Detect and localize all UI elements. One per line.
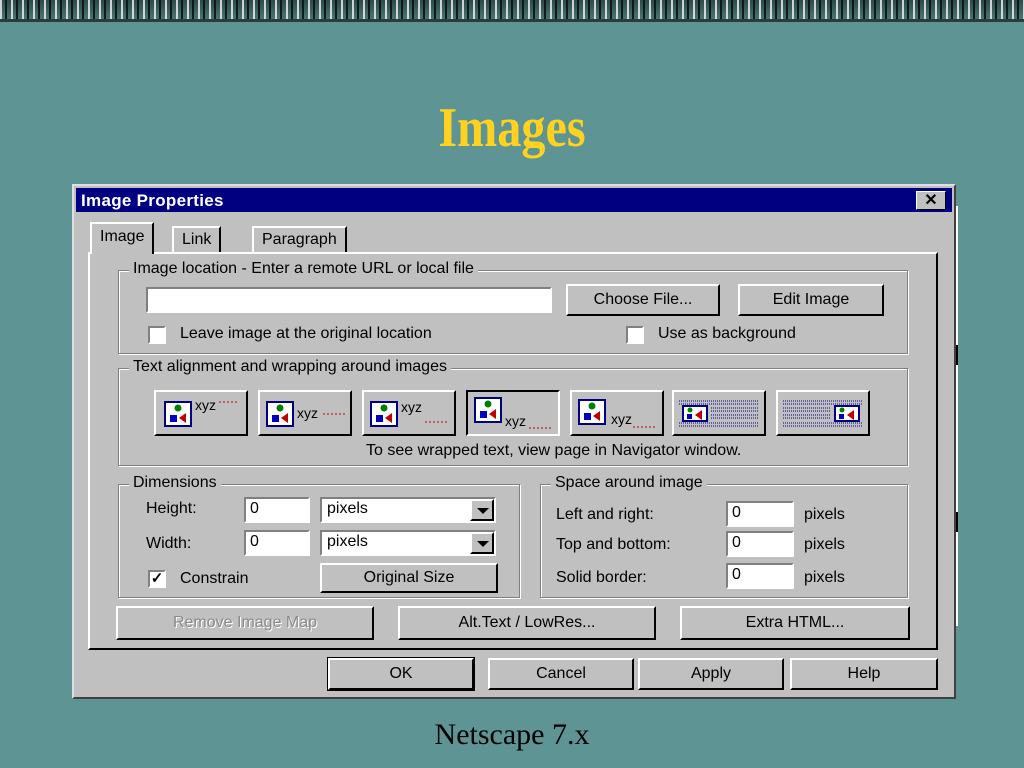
apply-button[interactable]: Apply [638,658,784,690]
alt-text-button[interactable]: Alt.Text / LowRes... [398,606,656,640]
choose-file-button[interactable]: Choose File... [566,284,720,316]
remove-image-map-label: Remove Image Map [172,614,318,631]
top-bottom-input[interactable]: 0 [726,531,794,557]
align-absbottom-button[interactable]: xyz [570,390,664,436]
align-absbottom-icon: xyz [578,399,655,428]
width-unit-value: pixels [327,533,368,550]
help-button[interactable]: Help [790,658,938,690]
solid-border-label: Solid border: [556,569,647,586]
tab-paragraph[interactable]: Paragraph [252,226,347,252]
wrap-left-button[interactable] [672,390,766,436]
top-bottom-label: Top and bottom: [556,536,671,553]
apply-label: Apply [690,665,732,682]
dialog-title: Image Properties [81,191,224,210]
alt-text-label: Alt.Text / LowRes... [458,614,596,631]
slide-title: Images [438,97,586,159]
width-input[interactable]: 0 [244,530,310,556]
remove-image-map-button[interactable]: Remove Image Map [116,606,374,640]
svg-text:xyz: xyz [611,411,632,427]
left-right-unit: pixels [804,506,845,523]
align-baseline-icon: xyz [474,397,551,429]
left-right-input[interactable]: 0 [726,501,794,527]
wrap-left-icon [679,400,759,427]
original-size-button[interactable]: Original Size [320,563,498,593]
solid-border-unit: pixels [804,569,845,586]
tab-image[interactable]: Image [90,222,155,254]
use-as-background-checkbox[interactable] [626,326,644,344]
original-size-label: Original Size [363,569,455,586]
svg-text:xyz: xyz [297,405,318,421]
width-label: Width: [146,535,192,552]
align-middle-button[interactable]: xyz [258,390,352,436]
align-middle-icon: xyz [266,401,345,427]
top-bottom-unit: pixels [804,536,845,553]
left-right-label: Left and right: [556,506,654,523]
cancel-label: Cancel [536,665,586,682]
align-top-button[interactable]: xyz [154,390,248,436]
tab-link-label: Link [182,231,212,248]
choose-file-label: Choose File... [593,291,693,308]
tab-image-label: Image [100,228,145,245]
dialog-titlebar: Image Properties ✕ [76,188,952,212]
tab-link[interactable]: Link [172,226,222,252]
slide-caption: Netscape 7.x [434,718,590,751]
height-label: Height: [146,500,197,517]
image-url-input[interactable] [146,287,552,313]
svg-text:xyz: xyz [505,413,526,429]
help-label: Help [847,665,881,682]
ok-button[interactable]: OK [327,657,475,691]
height-unit-value: pixels [327,500,368,517]
chevron-down-icon[interactable] [470,532,494,554]
close-icon: ✕ [924,192,938,209]
align-baseline-button[interactable]: xyz [466,390,560,436]
leave-original-label: Leave image at the original location [180,325,432,342]
dimensions-group-label: Dimensions [129,474,221,492]
chevron-down-icon[interactable] [470,499,494,521]
tab-paragraph-label: Paragraph [262,231,337,248]
solid-border-input[interactable]: 0 [726,563,794,589]
decorative-top-strip [0,0,1024,22]
image-properties-dialog: Image Properties ✕ Image Link Paragraph … [72,184,956,699]
svg-text:xyz: xyz [195,397,216,413]
wrap-note: To see wrapped text, view page in Naviga… [366,442,742,459]
close-button[interactable]: ✕ [916,191,946,210]
align-bottom-icon: xyz [370,399,447,427]
checkmark-icon: ✓ [150,570,164,587]
wrap-right-button[interactable] [776,390,870,436]
edit-image-button[interactable]: Edit Image [738,284,884,316]
text-alignment-group-label: Text alignment and wrapping around image… [129,358,451,376]
leave-original-checkbox[interactable] [148,326,166,344]
align-bottom-button[interactable]: xyz [362,390,456,436]
image-location-group-label: Image location - Enter a remote URL or l… [129,260,478,278]
use-as-background-label: Use as background [658,325,796,342]
extra-html-button[interactable]: Extra HTML... [680,606,910,640]
edit-image-label: Edit Image [772,291,850,308]
wrap-right-icon [783,400,863,427]
extra-html-label: Extra HTML... [745,614,845,631]
ok-label: OK [389,665,413,682]
height-input[interactable]: 0 [244,497,310,523]
align-top-icon: xyz [164,397,239,427]
height-unit-select[interactable]: pixels [320,497,496,523]
cancel-button[interactable]: Cancel [488,658,634,690]
space-around-group-label: Space around image [551,474,707,492]
width-unit-select[interactable]: pixels [320,530,496,556]
constrain-label: Constrain [180,570,249,587]
svg-text:xyz: xyz [401,399,422,415]
constrain-checkbox[interactable]: ✓ [148,570,166,588]
